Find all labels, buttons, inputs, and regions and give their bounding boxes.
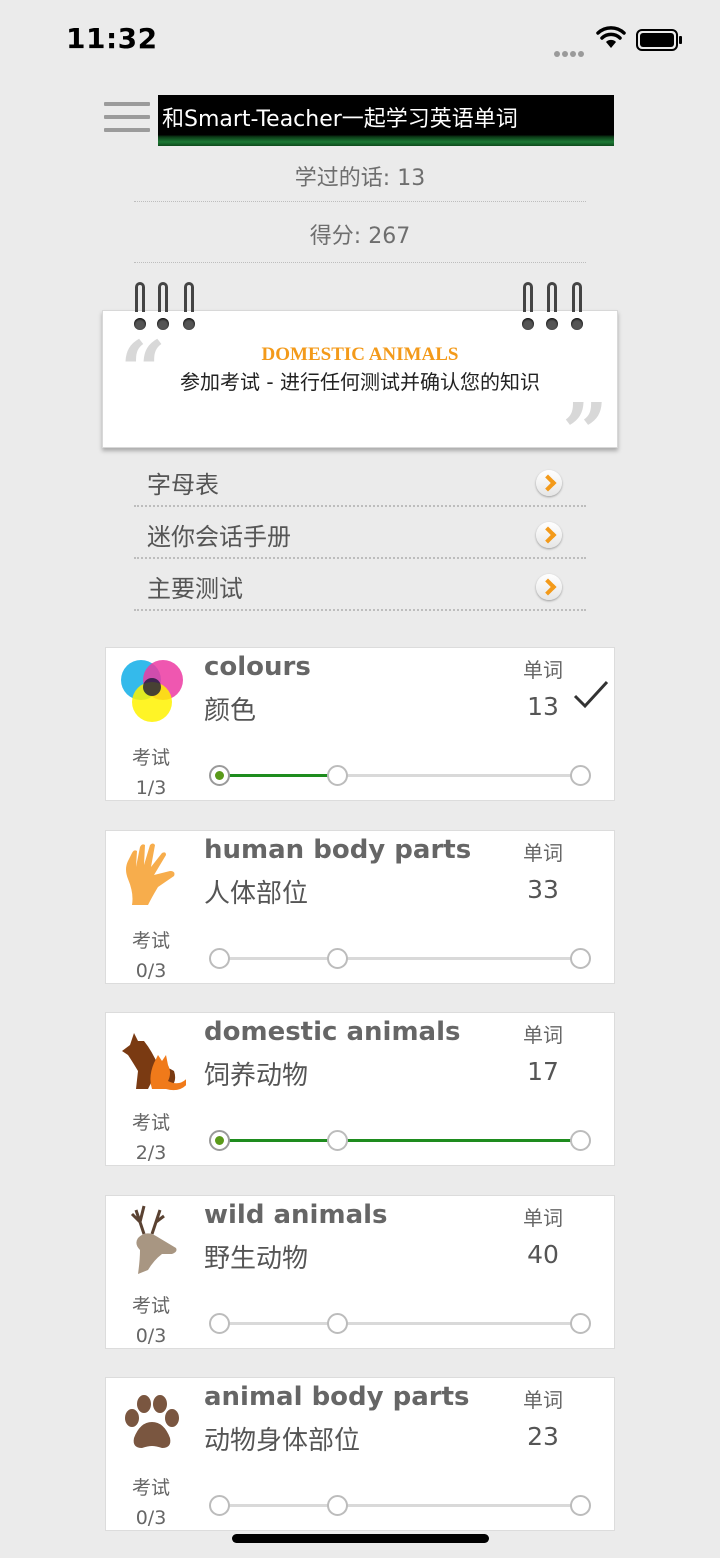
topic-card-domestic-animals[interactable]: 考试 2/3 domestic animals 饲养动物 单词 17 (105, 1012, 615, 1166)
progress-step-3 (570, 1495, 591, 1516)
exam-label: 考试 1/3 (131, 747, 170, 799)
progress-fill (218, 774, 336, 777)
progress-step-1 (209, 1130, 230, 1151)
topic-translation: 野生动物 (204, 1244, 309, 1274)
menu-item-phrasebook[interactable]: 迷你会话手册 (134, 508, 586, 559)
progress-step-1 (209, 1313, 230, 1334)
progress-step-1 (209, 765, 230, 786)
menu-item-alphabet[interactable]: 字母表 (134, 456, 586, 507)
menu-item-label: 字母表 (147, 471, 219, 499)
menu-list: 字母表 迷你会话手册 主要测试 (134, 456, 586, 612)
checkmark-icon (573, 680, 609, 709)
colour-circles-icon (121, 660, 183, 722)
topic-translation: 饲养动物 (204, 1061, 309, 1091)
topic-translation: 人体部位 (204, 879, 309, 909)
note-text: 参加考试 - 进行任何测试并确认您的知识 (180, 370, 540, 394)
score-stat: 得分: 267 (309, 224, 411, 249)
chevron-right-icon[interactable] (536, 574, 562, 600)
word-count: 13 (527, 692, 559, 721)
words-label: 单词 (523, 1206, 563, 1230)
progress-step-2 (327, 765, 348, 786)
words-label: 单词 (523, 1023, 563, 1047)
hamburger-menu-icon[interactable] (104, 102, 150, 136)
topic-name: domestic animals (204, 1017, 461, 1047)
note-title: DOMESTIC ANIMALS (261, 344, 459, 365)
topic-card-wild-animals[interactable]: 考试 0/3 wild animals 野生动物 单词 40 (105, 1195, 615, 1349)
progress-step-3 (570, 1130, 591, 1151)
spiral-ring-icon (546, 282, 558, 332)
hand-icon (126, 843, 175, 905)
word-count: 17 (527, 1057, 559, 1086)
battery-icon (636, 29, 682, 51)
menu-item-main-test[interactable]: 主要测试 (134, 560, 586, 611)
topic-card-human-body-parts[interactable]: 考试 0/3 human body parts 人体部位 单词 33 (105, 830, 615, 984)
progress-step-3 (570, 1313, 591, 1334)
topic-name: wild animals (204, 1200, 388, 1230)
topic-card-animal-body-parts[interactable]: 考试 0/3 animal body parts 动物身体部位 单词 23 (105, 1377, 615, 1531)
cellular-signal-icon (554, 42, 588, 57)
word-count: 33 (527, 875, 559, 904)
app-banner: 和Smart-Teacher一起学习英语单词 (158, 95, 614, 146)
divider (134, 262, 586, 263)
exam-progress-bar (209, 1495, 591, 1516)
words-label: 单词 (523, 658, 563, 682)
progress-fill (218, 1139, 579, 1142)
divider (134, 201, 586, 202)
wifi-icon (596, 26, 626, 48)
exam-label: 考试 0/3 (131, 1295, 170, 1347)
progress-step-2 (327, 1130, 348, 1151)
spiral-ring-icon (157, 282, 169, 332)
spiral-ring-icon (571, 282, 583, 332)
words-label: 单词 (523, 1388, 563, 1412)
menu-item-label: 迷你会话手册 (147, 523, 291, 551)
topic-translation: 动物身体部位 (204, 1426, 361, 1456)
words-learned-stat: 学过的话: 13 (294, 166, 426, 191)
topic-translation: 颜色 (204, 696, 257, 726)
deer-icon (130, 1205, 177, 1274)
progress-step-3 (570, 948, 591, 969)
paw-icon (125, 1395, 179, 1448)
progress-step-1 (209, 1495, 230, 1516)
status-time: 11:32 (66, 22, 158, 55)
status-bar: 11:32 (0, 0, 720, 80)
chevron-right-icon[interactable] (536, 522, 562, 548)
topic-name: colours (204, 652, 311, 682)
exam-label: 考试 2/3 (131, 1112, 170, 1164)
spiral-ring-icon (134, 282, 146, 332)
progress-step-2 (327, 1495, 348, 1516)
topic-card-colours[interactable]: 考试 1/3 colours 颜色 单词 13 (105, 647, 615, 801)
progress-step-2 (327, 948, 348, 969)
home-indicator[interactable] (232, 1534, 489, 1543)
exam-progress-bar (209, 1313, 591, 1334)
word-count: 40 (527, 1240, 559, 1269)
exam-progress-bar (209, 765, 591, 786)
topic-name: human body parts (204, 835, 472, 865)
exam-label: 考试 0/3 (131, 1477, 170, 1529)
chevron-right-icon[interactable] (536, 470, 562, 496)
progress-step-3 (570, 765, 591, 786)
spiral-ring-icon (183, 282, 195, 332)
progress-step-2 (327, 1313, 348, 1334)
dog-cat-icon (122, 1033, 186, 1091)
exam-label: 考试 0/3 (131, 930, 170, 982)
word-count: 23 (527, 1422, 559, 1451)
exam-progress-bar (209, 1130, 591, 1151)
topic-name: animal body parts (204, 1382, 470, 1412)
exam-progress-bar (209, 948, 591, 969)
progress-step-1 (209, 948, 230, 969)
words-label: 单词 (523, 841, 563, 865)
menu-item-label: 主要测试 (147, 575, 243, 603)
spiral-ring-icon (522, 282, 534, 332)
